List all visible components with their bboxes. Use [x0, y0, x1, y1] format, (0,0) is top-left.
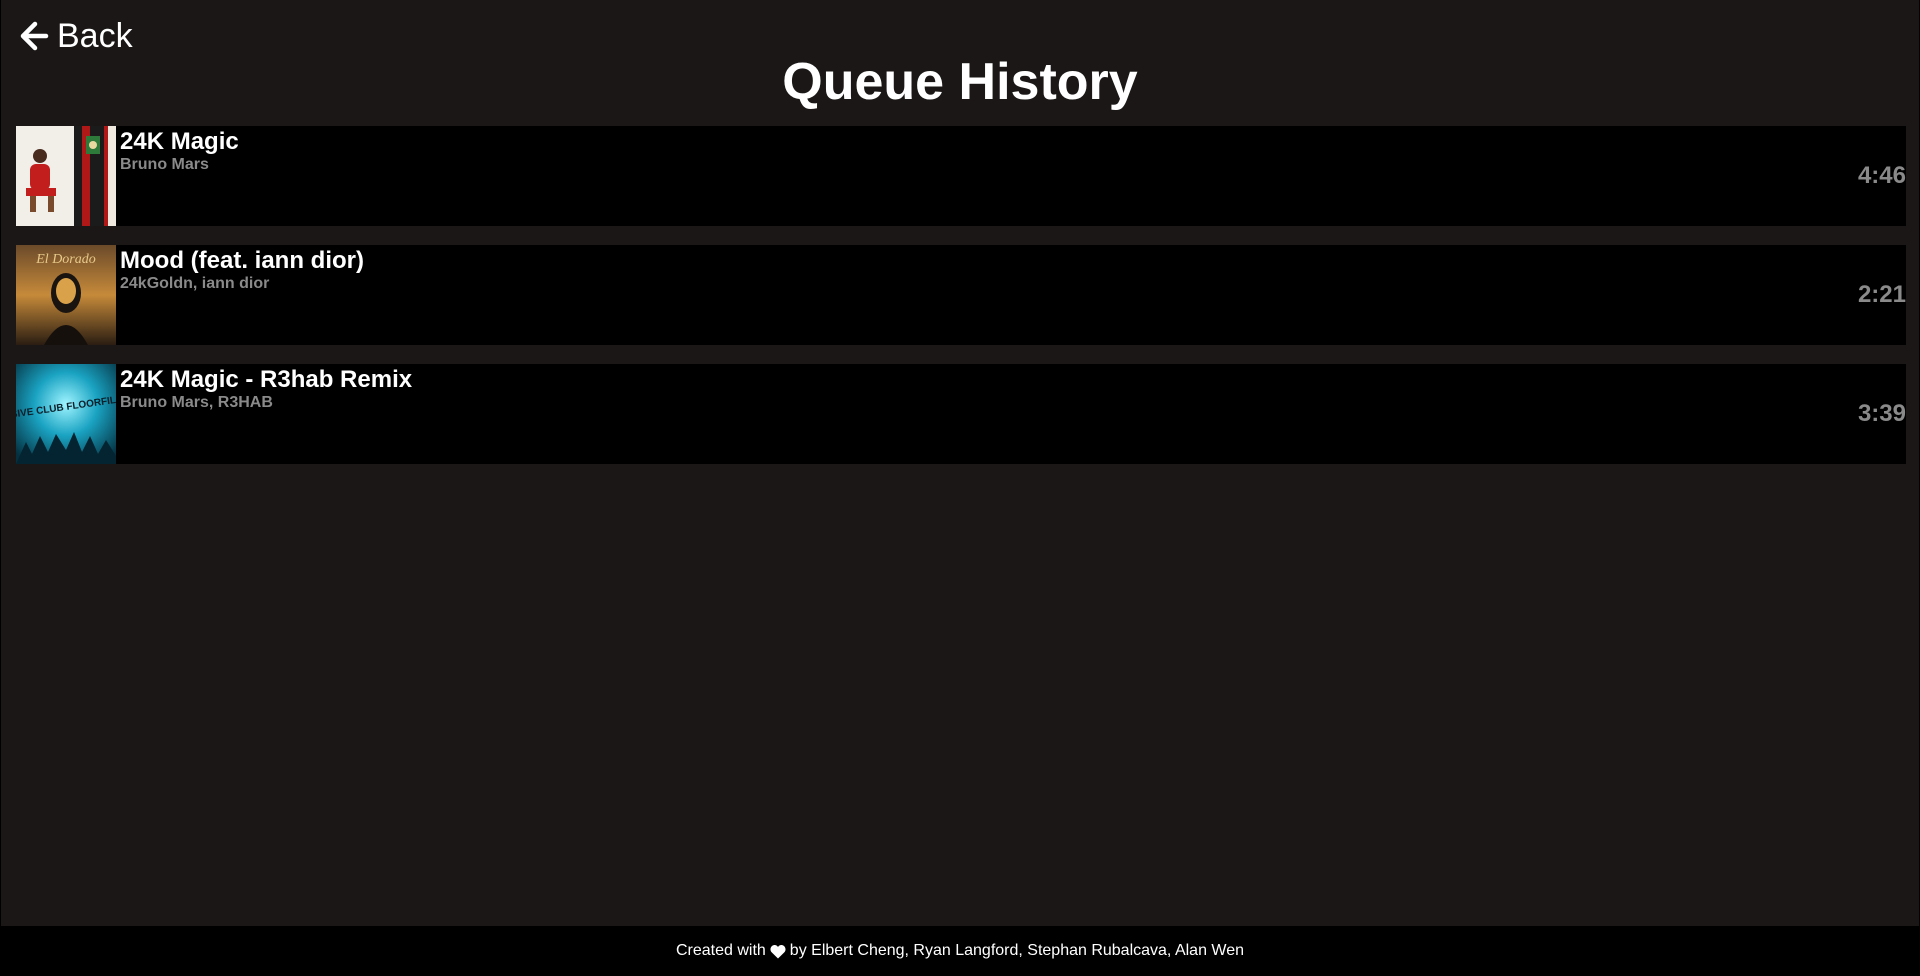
footer-credits: by Elbert Cheng, Ryan Langford, Stephan …: [789, 942, 1245, 959]
album-art-24k-magic: [16, 126, 116, 226]
footer: Created with by Elbert Cheng, Ryan Langf…: [1, 926, 1919, 976]
track-title: 24K Magic - R3hab Remix: [120, 366, 413, 393]
track-info: 24K Magic - R3hab Remix Bruno Mars, R3HA…: [116, 364, 412, 412]
track-duration: 2:21: [1857, 281, 1906, 308]
track-artist: Bruno Mars: [120, 156, 209, 173]
queue-item[interactable]: MASSIVE CLUB FLOORFILLERS 24K Magic - R3…: [16, 364, 1906, 464]
track-artist: Bruno Mars, R3HAB: [120, 394, 273, 411]
queue-item[interactable]: El Dorado Mood (feat. iann dior) 24kGold…: [16, 245, 1906, 345]
page-title: Queue History: [782, 53, 1138, 111]
track-title: 24K Magic: [120, 128, 239, 155]
track-info: Mood (feat. iann dior) 24kGoldn, iann di…: [116, 245, 364, 293]
track-title: Mood (feat. iann dior): [120, 247, 364, 274]
footer-prefix: Created with: [675, 942, 766, 959]
arrow-left-icon: [20, 21, 49, 51]
queue-list: 24K Magic Bruno Mars 4:46 El Dorado Mood…: [16, 126, 1906, 464]
queue-item[interactable]: 24K Magic Bruno Mars 4:46: [16, 126, 1906, 226]
track-duration: 4:46: [1857, 162, 1906, 189]
album-art-text: El Dorado: [35, 252, 96, 267]
queue-history-page: Back Queue History 24K Magic Bruno Mars …: [0, 0, 1920, 976]
heart-icon: [770, 944, 786, 958]
album-art-el-dorado: El Dorado: [16, 245, 116, 345]
track-artist: 24kGoldn, iann dior: [120, 275, 270, 292]
back-button[interactable]: Back: [19, 16, 133, 56]
back-label: Back: [57, 17, 133, 55]
track-info: 24K Magic Bruno Mars: [116, 126, 239, 174]
album-art-massive-club-floorfillers: MASSIVE CLUB FLOORFILLERS: [16, 364, 116, 464]
track-duration: 3:39: [1857, 400, 1906, 427]
